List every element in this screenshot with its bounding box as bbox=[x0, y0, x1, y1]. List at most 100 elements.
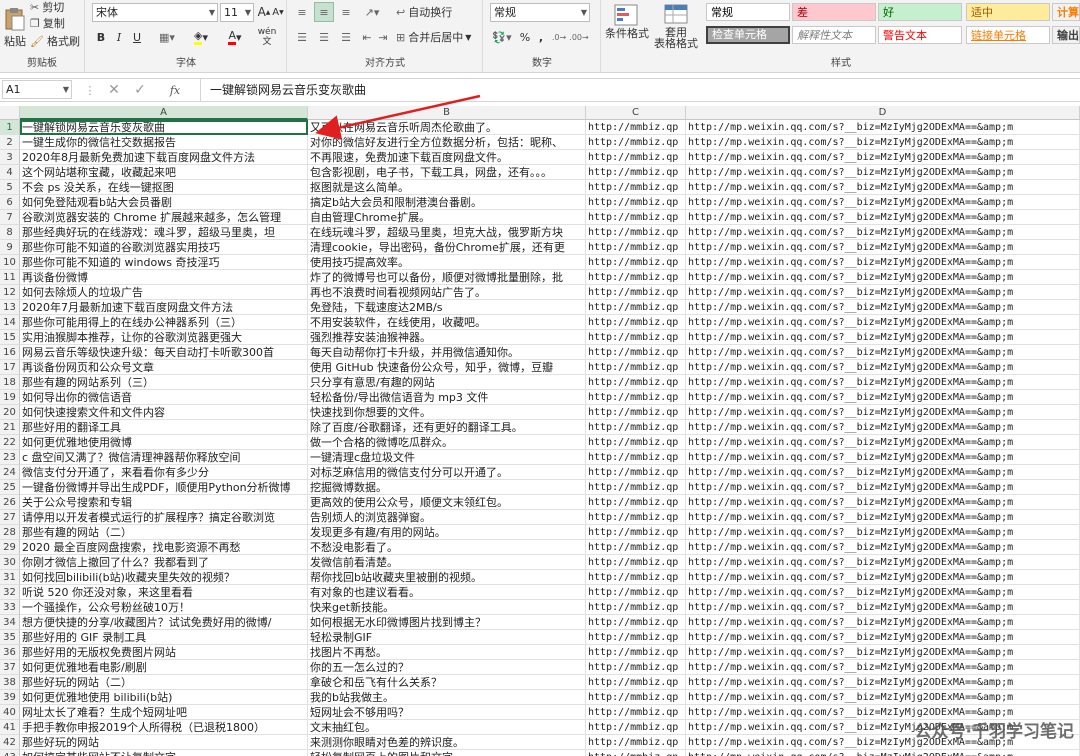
cell-d[interactable]: http://mp.weixin.qq.com/s?__biz=MzIyMjg2… bbox=[686, 405, 1080, 420]
row-header[interactable]: 4 bbox=[0, 165, 20, 180]
cell-d[interactable]: http://mp.weixin.qq.com/s?__biz=MzIyMjg2… bbox=[686, 360, 1080, 375]
cell-b[interactable]: 不用安装软件，在线使用，收藏吧。 bbox=[308, 315, 586, 330]
row-header[interactable]: 37 bbox=[0, 660, 20, 675]
cell-c[interactable]: http://mmbiz.qp bbox=[586, 735, 686, 750]
cell-b[interactable]: 告别烦人的浏览器弹窗。 bbox=[308, 510, 586, 525]
cell-a[interactable]: 那些你可能用得上的在线办公神器系列（三） bbox=[20, 315, 308, 330]
cell-d[interactable]: http://mp.weixin.qq.com/s?__biz=MzIyMjg2… bbox=[686, 270, 1080, 285]
cell-c[interactable]: http://mmbiz.qp bbox=[586, 465, 686, 480]
insert-function-button[interactable]: fx bbox=[160, 82, 190, 98]
cell-a[interactable]: 那些好玩的网站（二） bbox=[20, 675, 308, 690]
row-header[interactable]: 35 bbox=[0, 630, 20, 645]
formula-input[interactable]: 一键解锁网易云音乐变灰歌曲 bbox=[210, 81, 366, 99]
cell-b[interactable]: 找图片不再愁。 bbox=[308, 645, 586, 660]
cell-d[interactable]: http://mp.weixin.qq.com/s?__biz=MzIyMjg2… bbox=[686, 420, 1080, 435]
cell-a[interactable]: 网址太长了难看？生成个短网址吧 bbox=[20, 705, 308, 720]
cell-style-6[interactable]: 解释性文本 bbox=[792, 26, 876, 44]
phonetic-button[interactable]: wén 文 bbox=[254, 26, 280, 48]
cell-c[interactable]: http://mmbiz.qp bbox=[586, 555, 686, 570]
row-header[interactable]: 22 bbox=[0, 435, 20, 450]
cell-c[interactable]: http://mmbiz.qp bbox=[586, 585, 686, 600]
cell-c[interactable]: http://mmbiz.qp bbox=[586, 690, 686, 705]
cell-b[interactable]: 在线玩魂斗罗，超级马里奥，坦克大战，俄罗斯方块 bbox=[308, 225, 586, 240]
cell-c[interactable]: http://mmbiz.qp bbox=[586, 240, 686, 255]
cell-a[interactable]: 那些你可能不知道的 windows 奇技淫巧 bbox=[20, 255, 308, 270]
cell-c[interactable]: http://mmbiz.qp bbox=[586, 435, 686, 450]
cell-a[interactable]: 如何去除烦人的垃圾广告 bbox=[20, 285, 308, 300]
cell-d[interactable]: http://mp.weixin.qq.com/s?__biz=MzIyMjg2… bbox=[686, 210, 1080, 225]
cell-b[interactable]: 清理cookie，导出密码，备份Chrome扩展，还有更 bbox=[308, 240, 586, 255]
cell-b[interactable]: 不再限速，免费加速下载百度网盘文件。 bbox=[308, 150, 586, 165]
cell-d[interactable]: http://mp.weixin.qq.com/s?__biz=MzIyMjg2… bbox=[686, 675, 1080, 690]
cell-b[interactable]: 强烈推荐安装油猴神器。 bbox=[308, 330, 586, 345]
cell-b[interactable]: 抠图就是这么简单。 bbox=[308, 180, 586, 195]
cell-a[interactable]: 如何更优雅地使用微博 bbox=[20, 435, 308, 450]
merge-center-button[interactable]: ⊞ 合并后居中 ▼ bbox=[396, 29, 471, 45]
cell-style-3[interactable]: 适中 bbox=[966, 3, 1050, 21]
cell-a[interactable]: 想方便快捷的分享/收藏图片？试试免费好用的微博/ bbox=[20, 615, 308, 630]
cell-a[interactable]: 那些好用的翻译工具 bbox=[20, 420, 308, 435]
cell-b[interactable]: 拿破仑和岳飞有什么关系？ bbox=[308, 675, 586, 690]
cell-a[interactable]: 一个骚操作，公众号粉丝破10万！ bbox=[20, 600, 308, 615]
cell-c[interactable]: http://mmbiz.qp bbox=[586, 405, 686, 420]
cell-b[interactable]: 轻松备份/导出微信语音为 mp3 文件 bbox=[308, 390, 586, 405]
font-size-select[interactable]: 11 ▼ bbox=[220, 3, 254, 22]
row-header[interactable]: 3 bbox=[0, 150, 20, 165]
cell-a[interactable]: 那些有趣的网站（二） bbox=[20, 525, 308, 540]
cell-c[interactable]: http://mmbiz.qp bbox=[586, 135, 686, 150]
cell-d[interactable]: http://mp.weixin.qq.com/s?__biz=MzIyMjg2… bbox=[686, 180, 1080, 195]
cell-b[interactable]: 来测测你眼睛对色差的辨识度。 bbox=[308, 735, 586, 750]
shrink-font-icon[interactable]: A ▼ bbox=[272, 4, 284, 20]
cell-c[interactable]: http://mmbiz.qp bbox=[586, 570, 686, 585]
row-header[interactable]: 24 bbox=[0, 465, 20, 480]
cell-d[interactable]: http://mp.weixin.qq.com/s?__biz=MzIyMjg2… bbox=[686, 510, 1080, 525]
cell-b[interactable]: 快速找到你想要的文件。 bbox=[308, 405, 586, 420]
cell-a[interactable]: 这个网站堪称宝藏，收藏起来吧 bbox=[20, 165, 308, 180]
cell-d[interactable]: http://mp.weixin.qq.com/s?__biz=MzIyMjg2… bbox=[686, 570, 1080, 585]
align-middle-icon[interactable]: ≡ bbox=[314, 2, 334, 22]
cell-c[interactable]: http://mmbiz.qp bbox=[586, 285, 686, 300]
cell-a[interactable]: 实用油猴脚本推荐，让你的谷歌浏览器更强大 bbox=[20, 330, 308, 345]
table-format-label-2[interactable]: 表格格式 bbox=[650, 37, 702, 50]
cell-c[interactable]: http://mmbiz.qp bbox=[586, 600, 686, 615]
cell-b[interactable]: 除了百度/谷歌翻译，还有更好的翻译工具。 bbox=[308, 420, 586, 435]
cell-c[interactable]: http://mmbiz.qp bbox=[586, 750, 686, 756]
cell-b[interactable]: 更高效的使用公众号，顺便文末领红包。 bbox=[308, 495, 586, 510]
cell-style-1[interactable]: 差 bbox=[792, 3, 876, 21]
cell-c[interactable]: http://mmbiz.qp bbox=[586, 120, 686, 135]
row-header[interactable]: 30 bbox=[0, 555, 20, 570]
row-header[interactable]: 9 bbox=[0, 240, 20, 255]
cell-a[interactable]: 如何更优雅地使用 bilibili(b站) bbox=[20, 690, 308, 705]
cell-b[interactable]: 包含影视剧，电子书，下载工具，网盘，还有。。。 bbox=[308, 165, 586, 180]
cell-a[interactable]: 那些好玩的网站 bbox=[20, 735, 308, 750]
cell-c[interactable]: http://mmbiz.qp bbox=[586, 420, 686, 435]
cell-c[interactable]: http://mmbiz.qp bbox=[586, 270, 686, 285]
font-color-icon[interactable]: A ▾ bbox=[220, 29, 250, 45]
cell-b[interactable]: 轻松复制网页上的图片和文字。 bbox=[308, 750, 586, 756]
row-header[interactable]: 42 bbox=[0, 735, 20, 750]
row-header[interactable]: 32 bbox=[0, 585, 20, 600]
cell-d[interactable]: http://mp.weixin.qq.com/s?__biz=MzIyMjg2… bbox=[686, 375, 1080, 390]
cell-a[interactable]: 那些经典好玩的在线游戏：魂斗罗，超级马里奥，坦 bbox=[20, 225, 308, 240]
cell-b[interactable]: 如何根据无水印微博图片找到博主？ bbox=[308, 615, 586, 630]
cell-d[interactable]: http://mp.weixin.qq.com/s?__biz=MzIyMjg2… bbox=[686, 255, 1080, 270]
row-header[interactable]: 21 bbox=[0, 420, 20, 435]
currency-icon[interactable]: 💱▾ bbox=[490, 29, 514, 45]
cell-style-7[interactable]: 警告文本 bbox=[878, 26, 962, 44]
cell-a[interactable]: 如何快速搜索文件和文件内容 bbox=[20, 405, 308, 420]
cell-a[interactable]: 你刚才微信上撤回了什么？我都看到了 bbox=[20, 555, 308, 570]
row-header[interactable]: 29 bbox=[0, 540, 20, 555]
cell-style-2[interactable]: 好 bbox=[878, 3, 962, 21]
cell-d[interactable]: http://mp.weixin.qq.com/s?__biz=MzIyMjg2… bbox=[686, 585, 1080, 600]
row-header[interactable]: 16 bbox=[0, 345, 20, 360]
cell-a[interactable]: 再谈备份网页和公众号文章 bbox=[20, 360, 308, 375]
cell-d[interactable]: http://mp.weixin.qq.com/s?__biz=MzIyMjg2… bbox=[686, 660, 1080, 675]
cell-a[interactable]: 一键备份微博并导出生成PDF，顺便用Python分析微博 bbox=[20, 480, 308, 495]
row-header[interactable]: 11 bbox=[0, 270, 20, 285]
cell-a[interactable]: 如何搞定某些网站不让复制文字 bbox=[20, 750, 308, 756]
align-bottom-icon[interactable]: ≡ bbox=[336, 4, 356, 20]
row-header[interactable]: 8 bbox=[0, 225, 20, 240]
cell-c[interactable]: http://mmbiz.qp bbox=[586, 540, 686, 555]
cell-a[interactable]: 那些好用的无版权免费图片网站 bbox=[20, 645, 308, 660]
cell-c[interactable]: http://mmbiz.qp bbox=[586, 390, 686, 405]
